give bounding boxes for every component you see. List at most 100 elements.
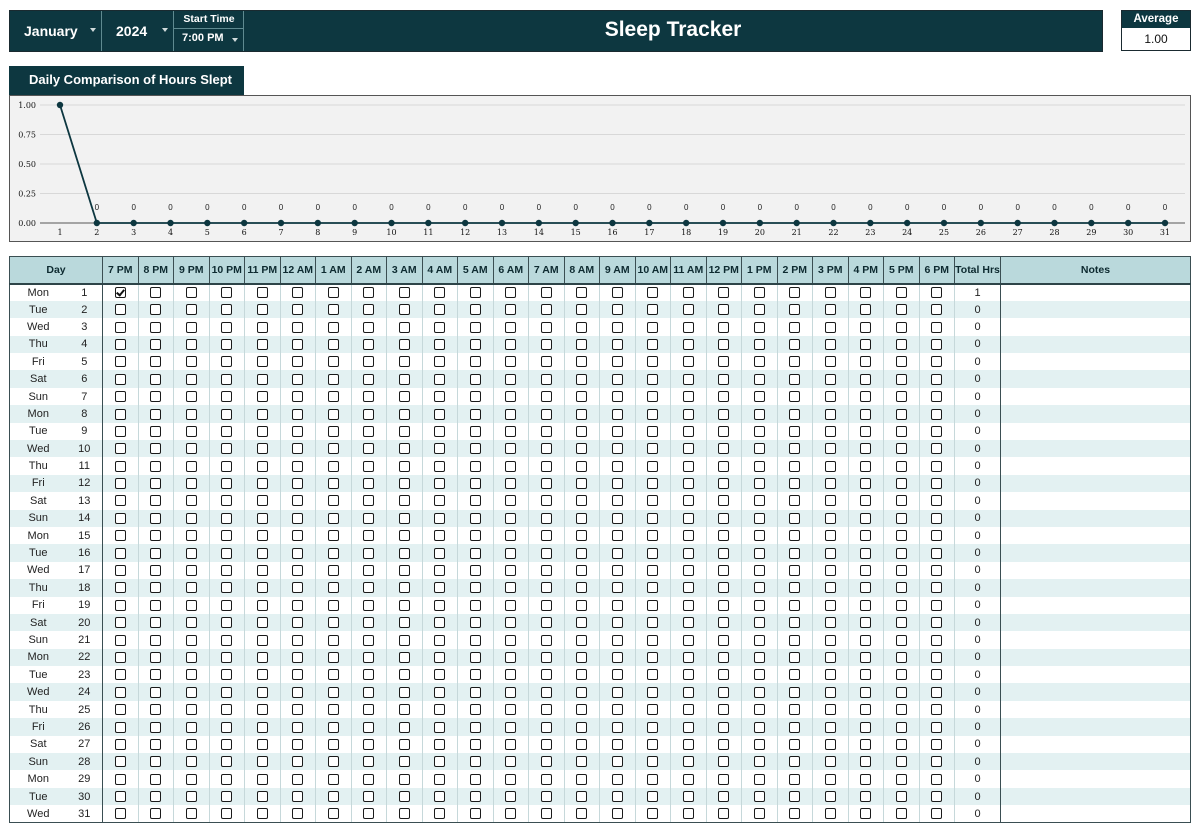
hour-checkbox[interactable] bbox=[114, 338, 126, 350]
hour-checkbox[interactable] bbox=[718, 651, 730, 663]
hour-checkbox[interactable] bbox=[931, 738, 943, 750]
hour-checkbox[interactable] bbox=[150, 582, 162, 594]
hour-checkbox[interactable] bbox=[327, 391, 339, 403]
hour-checkbox[interactable] bbox=[895, 565, 907, 577]
hour-checkbox[interactable] bbox=[398, 756, 410, 768]
hour-checkbox[interactable] bbox=[647, 530, 659, 542]
hour-checkbox[interactable] bbox=[292, 495, 304, 507]
hour-checkbox[interactable] bbox=[363, 512, 375, 524]
hour-checkbox[interactable] bbox=[860, 582, 872, 594]
hour-checkbox[interactable] bbox=[753, 460, 765, 472]
hour-checkbox[interactable] bbox=[931, 808, 943, 820]
hour-checkbox[interactable] bbox=[363, 669, 375, 681]
hour-checkbox[interactable] bbox=[221, 773, 233, 785]
hour-checkbox[interactable] bbox=[540, 791, 552, 803]
hour-checkbox[interactable] bbox=[150, 721, 162, 733]
hour-checkbox[interactable] bbox=[221, 651, 233, 663]
hour-checkbox[interactable] bbox=[185, 704, 197, 716]
notes-cell[interactable] bbox=[1000, 492, 1192, 510]
hour-checkbox[interactable] bbox=[469, 808, 481, 820]
hour-checkbox[interactable] bbox=[540, 756, 552, 768]
hour-checkbox[interactable] bbox=[398, 651, 410, 663]
hour-checkbox[interactable] bbox=[611, 704, 623, 716]
hour-checkbox[interactable] bbox=[611, 391, 623, 403]
hour-checkbox[interactable] bbox=[860, 478, 872, 490]
hour-checkbox[interactable] bbox=[221, 512, 233, 524]
hour-checkbox[interactable] bbox=[647, 599, 659, 611]
hour-checkbox[interactable] bbox=[682, 791, 694, 803]
hour-checkbox[interactable] bbox=[185, 321, 197, 333]
hour-checkbox[interactable] bbox=[824, 478, 836, 490]
hour-checkbox[interactable] bbox=[469, 738, 481, 750]
hour-checkbox[interactable] bbox=[931, 686, 943, 698]
hour-checkbox[interactable] bbox=[682, 582, 694, 594]
hour-checkbox[interactable] bbox=[434, 304, 446, 316]
hour-checkbox[interactable] bbox=[505, 530, 517, 542]
hour-checkbox[interactable] bbox=[327, 651, 339, 663]
hour-checkbox[interactable] bbox=[114, 617, 126, 629]
hour-checkbox[interactable] bbox=[895, 808, 907, 820]
hour-checkbox[interactable] bbox=[860, 425, 872, 437]
hour-checkbox[interactable] bbox=[150, 460, 162, 472]
hour-checkbox[interactable] bbox=[505, 651, 517, 663]
start-time-dropdown[interactable]: Start Time 7:00 PM bbox=[174, 11, 244, 51]
hour-checkbox[interactable] bbox=[292, 686, 304, 698]
hour-checkbox[interactable] bbox=[185, 495, 197, 507]
hour-checkbox[interactable] bbox=[824, 547, 836, 559]
notes-cell[interactable] bbox=[1000, 613, 1192, 632]
hour-checkbox[interactable] bbox=[114, 669, 126, 681]
hour-checkbox[interactable] bbox=[221, 373, 233, 385]
hour-checkbox[interactable] bbox=[611, 599, 623, 611]
hour-checkbox[interactable] bbox=[398, 287, 410, 299]
hour-checkbox[interactable] bbox=[221, 791, 233, 803]
hour-checkbox[interactable] bbox=[185, 756, 197, 768]
hour-checkbox[interactable] bbox=[114, 704, 126, 716]
notes-cell[interactable] bbox=[1000, 370, 1192, 388]
hour-checkbox[interactable] bbox=[114, 634, 126, 646]
hour-checkbox[interactable] bbox=[256, 669, 268, 681]
hour-checkbox[interactable] bbox=[363, 287, 375, 299]
hour-checkbox[interactable] bbox=[327, 460, 339, 472]
hour-checkbox[interactable] bbox=[860, 391, 872, 403]
hour-checkbox[interactable] bbox=[505, 738, 517, 750]
hour-checkbox[interactable] bbox=[647, 547, 659, 559]
hour-checkbox[interactable] bbox=[860, 669, 872, 681]
hour-checkbox[interactable] bbox=[292, 287, 304, 299]
hour-checkbox[interactable] bbox=[292, 791, 304, 803]
hour-checkbox[interactable] bbox=[150, 791, 162, 803]
hour-checkbox[interactable] bbox=[150, 565, 162, 577]
hour-checkbox[interactable] bbox=[256, 338, 268, 350]
hour-checkbox[interactable] bbox=[469, 773, 481, 785]
hour-checkbox[interactable] bbox=[185, 443, 197, 455]
hour-checkbox[interactable] bbox=[931, 460, 943, 472]
hour-checkbox[interactable] bbox=[256, 408, 268, 420]
hour-checkbox[interactable] bbox=[611, 582, 623, 594]
hour-checkbox[interactable] bbox=[824, 460, 836, 472]
hour-checkbox[interactable] bbox=[114, 721, 126, 733]
hour-checkbox[interactable] bbox=[789, 321, 801, 333]
hour-checkbox[interactable] bbox=[647, 791, 659, 803]
hour-checkbox[interactable] bbox=[611, 321, 623, 333]
hour-checkbox[interactable] bbox=[753, 721, 765, 733]
hour-checkbox[interactable] bbox=[860, 738, 872, 750]
hour-checkbox[interactable] bbox=[860, 721, 872, 733]
hour-checkbox[interactable] bbox=[931, 304, 943, 316]
hour-checkbox[interactable] bbox=[221, 304, 233, 316]
hour-checkbox[interactable] bbox=[753, 356, 765, 368]
hour-checkbox[interactable] bbox=[931, 617, 943, 629]
hour-checkbox[interactable] bbox=[931, 425, 943, 437]
hour-checkbox[interactable] bbox=[398, 582, 410, 594]
hour-checkbox[interactable] bbox=[398, 686, 410, 698]
hour-checkbox[interactable] bbox=[114, 304, 126, 316]
hour-checkbox[interactable] bbox=[114, 443, 126, 455]
hour-checkbox[interactable] bbox=[434, 391, 446, 403]
hour-checkbox[interactable] bbox=[327, 582, 339, 594]
hour-checkbox[interactable] bbox=[114, 756, 126, 768]
hour-checkbox[interactable] bbox=[363, 704, 375, 716]
hour-checkbox[interactable] bbox=[363, 443, 375, 455]
hour-checkbox[interactable] bbox=[789, 791, 801, 803]
hour-checkbox[interactable] bbox=[292, 738, 304, 750]
hour-checkbox[interactable] bbox=[860, 704, 872, 716]
hour-checkbox[interactable] bbox=[398, 425, 410, 437]
hour-checkbox[interactable] bbox=[824, 704, 836, 716]
